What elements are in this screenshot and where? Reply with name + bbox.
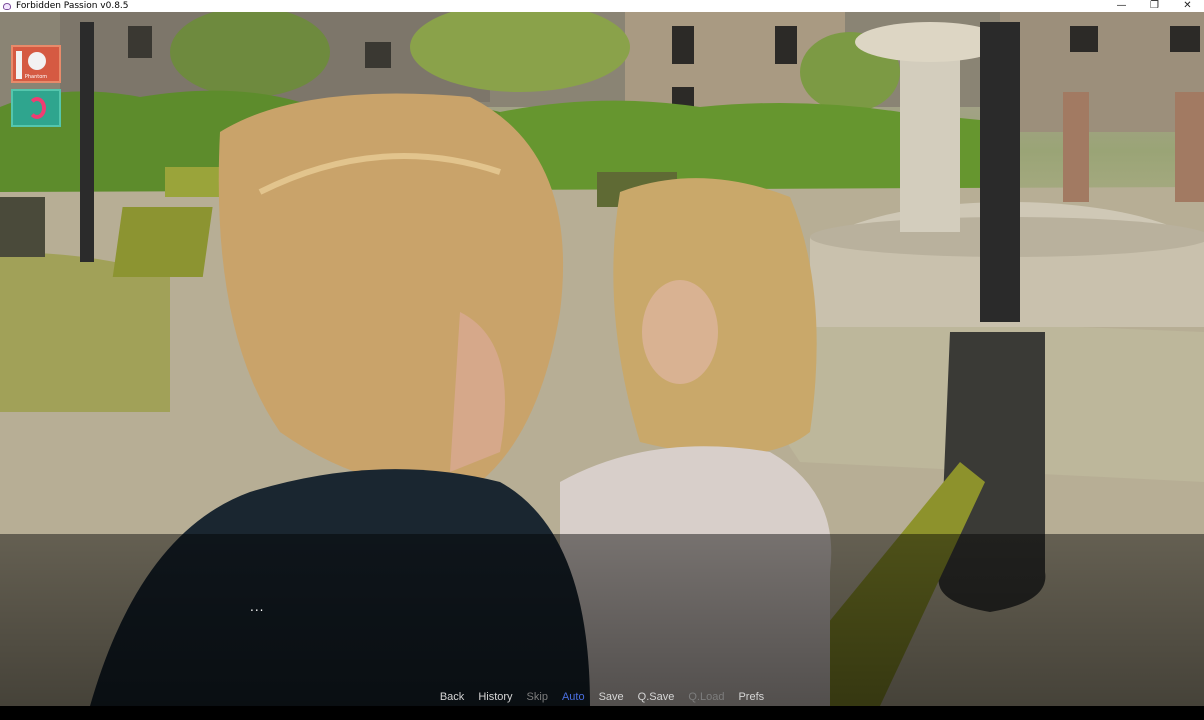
back-button[interactable]: Back: [440, 688, 464, 706]
close-button[interactable]: ✕: [1171, 0, 1204, 12]
quick-menu: Back History Skip Auto Save Q.Save Q.Loa…: [0, 688, 1204, 706]
window-title: Forbidden Passion v0.8.5: [16, 1, 129, 11]
app-icon: [3, 2, 12, 11]
dialogue-text: ...: [250, 600, 265, 614]
prefs-button[interactable]: Prefs: [738, 688, 764, 706]
history-button[interactable]: History: [478, 688, 512, 706]
save-button[interactable]: Save: [599, 688, 624, 706]
game-scene[interactable]: Phantom ... Back History Skip Auto Save …: [0, 12, 1204, 706]
auto-button[interactable]: Auto: [562, 688, 585, 706]
skip-button[interactable]: Skip: [527, 688, 548, 706]
dialogue-window[interactable]: ...: [0, 534, 1204, 706]
recorder-app-icon[interactable]: Phantom: [11, 45, 61, 83]
window-title-bar: Forbidden Passion v0.8.5 — ❐ ✕: [0, 0, 1204, 12]
bottom-letterbox: [0, 706, 1204, 720]
minimize-button[interactable]: —: [1105, 0, 1138, 12]
restore-button[interactable]: ❐: [1138, 0, 1171, 12]
quick-load-button[interactable]: Q.Load: [688, 688, 724, 706]
secondary-app-icon[interactable]: [11, 89, 61, 127]
quick-save-button[interactable]: Q.Save: [638, 688, 675, 706]
